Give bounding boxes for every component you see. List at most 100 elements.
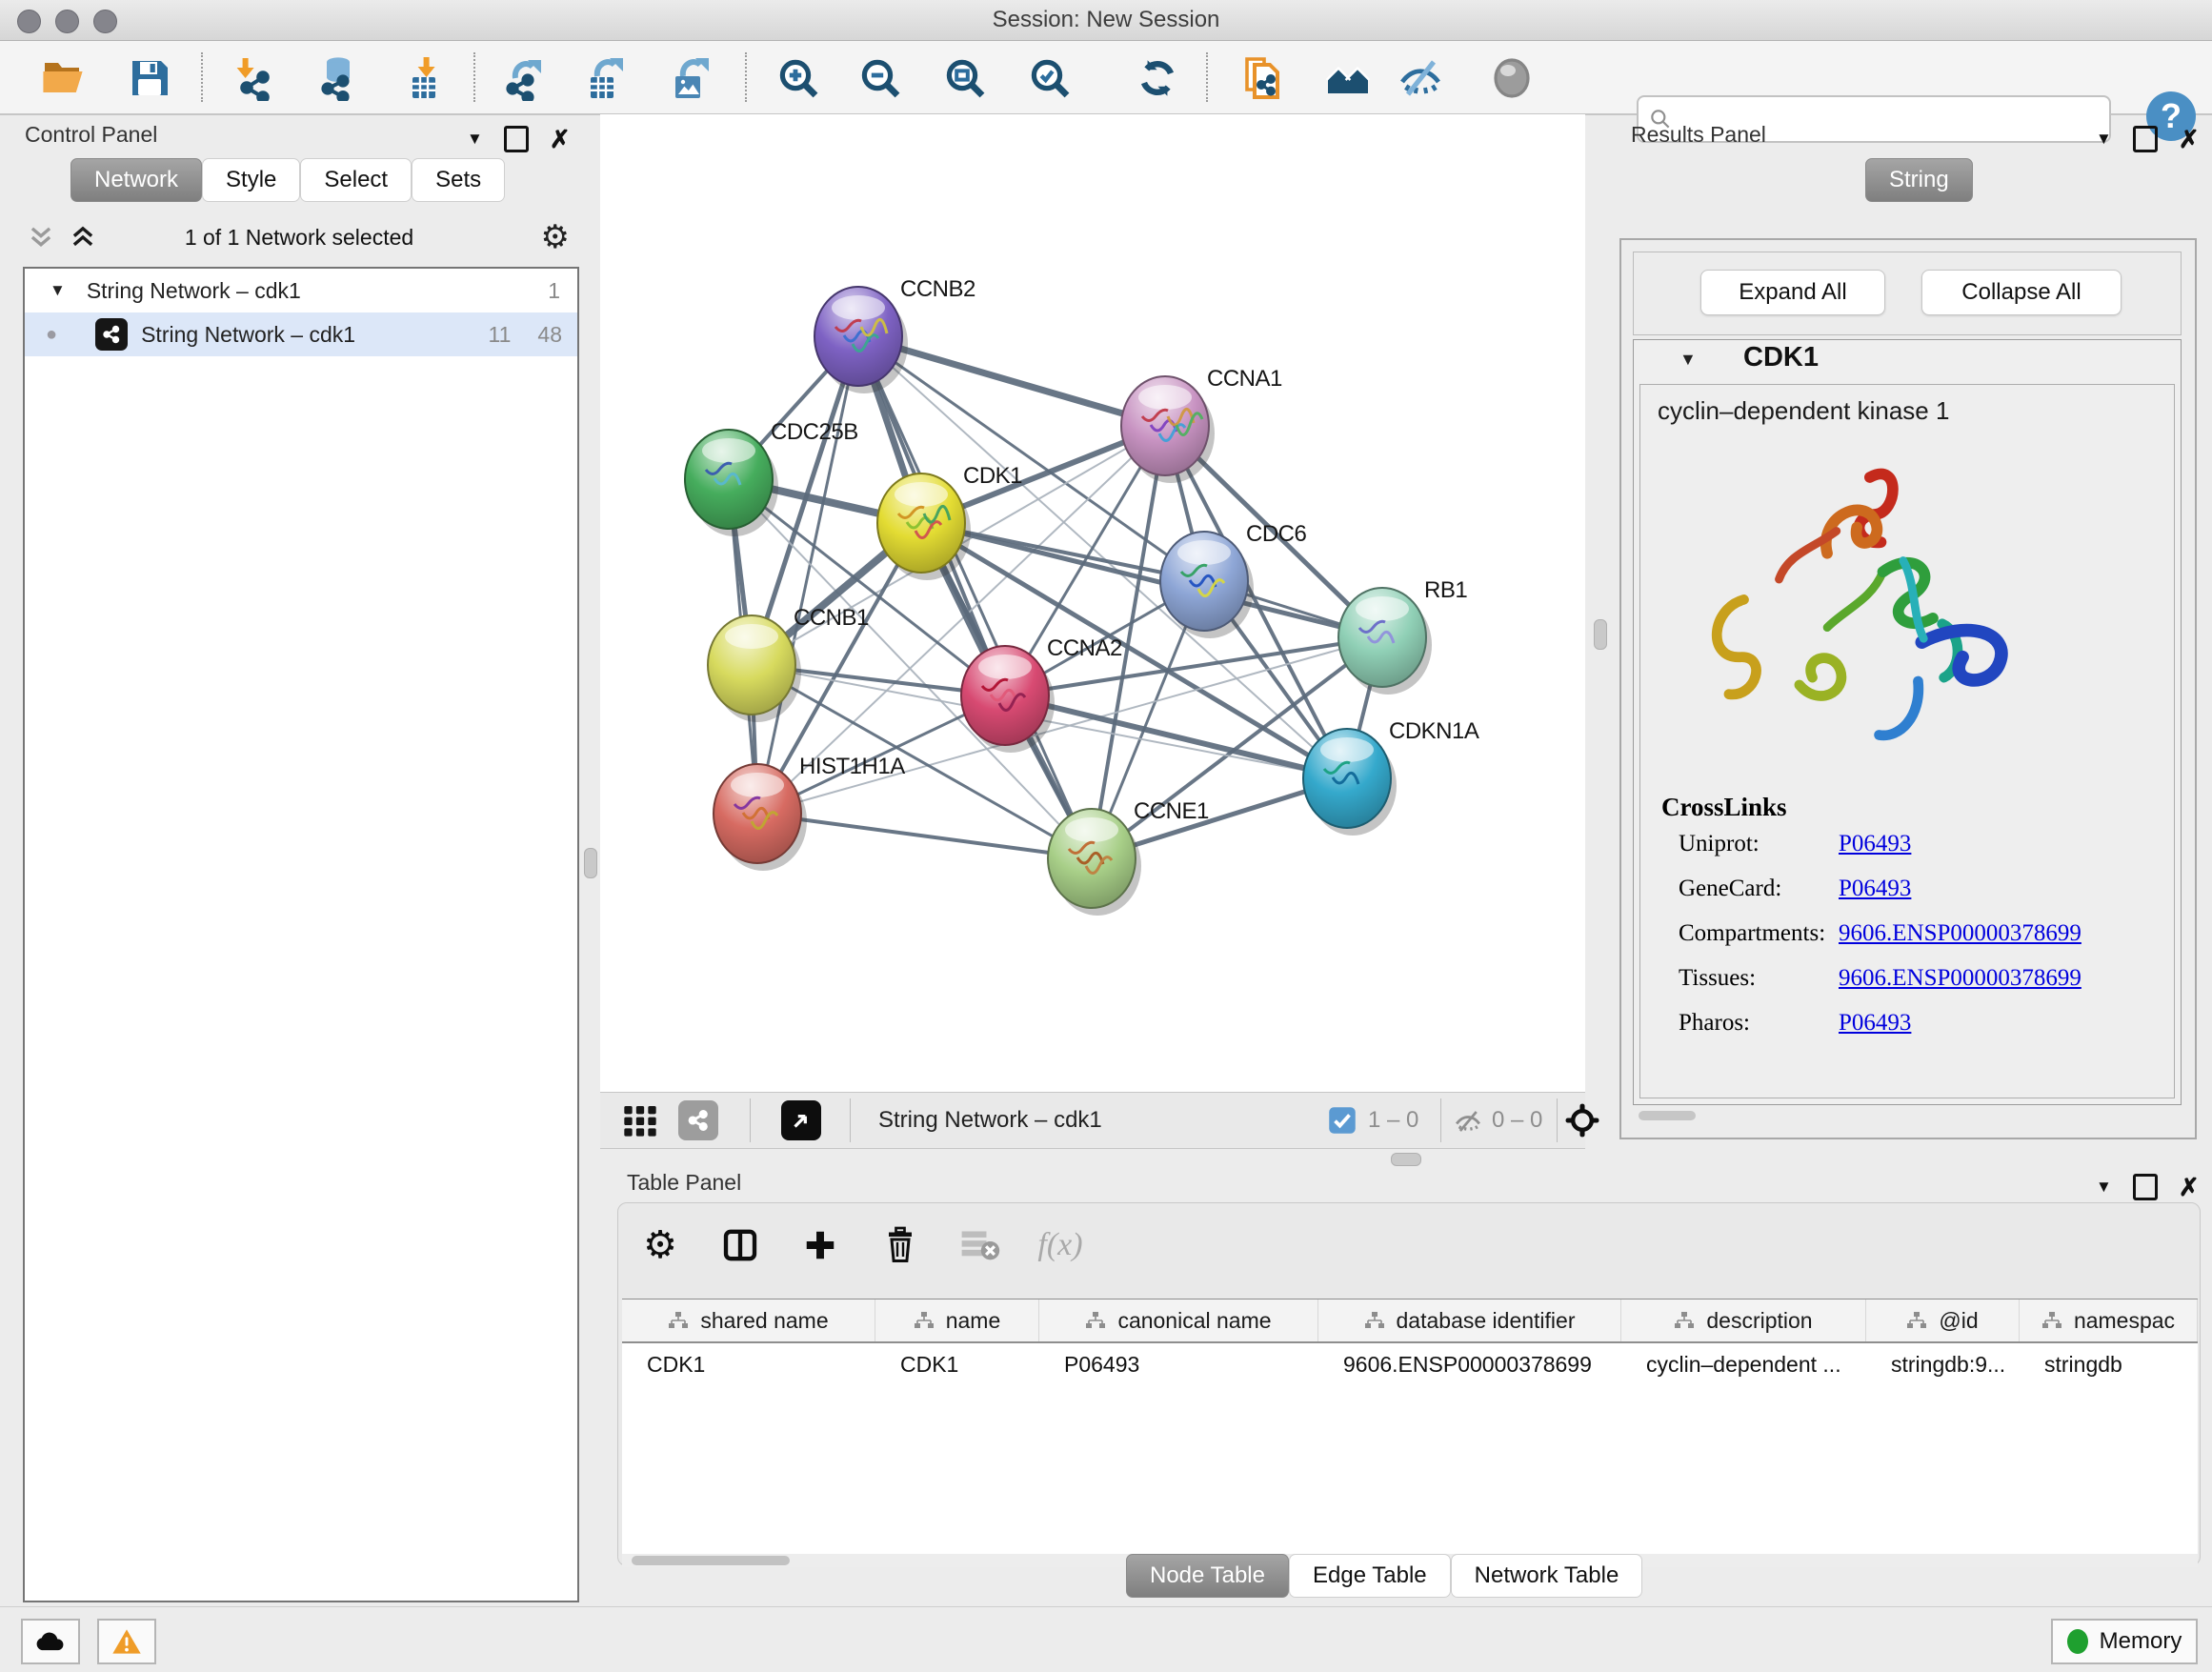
delete-column-button[interactable]	[877, 1222, 923, 1268]
table-options-gear-icon[interactable]: ⚙	[637, 1222, 683, 1268]
warnings-button[interactable]	[97, 1619, 156, 1664]
zoom-fit-button[interactable]	[941, 54, 989, 102]
edge-CCNB2-HIST1H1A[interactable]	[757, 336, 858, 814]
tree-expand-triangle-icon[interactable]: ▼	[50, 281, 66, 300]
delete-table-button[interactable]	[957, 1222, 1003, 1268]
export-image-button[interactable]	[667, 54, 714, 102]
panel-float-icon[interactable]	[2133, 126, 2158, 152]
network-node-HIST1H1A[interactable]: HIST1H1A	[714, 754, 905, 871]
home-layout-button[interactable]	[1324, 54, 1372, 102]
copy-network-button[interactable]	[1238, 54, 1286, 102]
tab-select[interactable]: Select	[300, 158, 412, 202]
table-cell[interactable]: cyclin–dependent ...	[1621, 1343, 1866, 1385]
crosslink-link[interactable]: P06493	[1839, 1010, 1911, 1055]
open-session-button[interactable]	[40, 54, 88, 102]
column-header-canonical-name[interactable]: canonical name	[1039, 1299, 1318, 1341]
network-node-CCNB2[interactable]: CCNB2	[814, 276, 975, 393]
table-hscrollbar-thumb[interactable]	[632, 1556, 790, 1565]
panel-menu-triangle-icon[interactable]: ▼	[467, 130, 483, 149]
tab-node-table[interactable]: Node Table	[1126, 1554, 1289, 1598]
panel-close-icon[interactable]: ✗	[2179, 1177, 2200, 1198]
birdseye-grid-icon[interactable]	[621, 1101, 659, 1144]
expand-all-button[interactable]: Expand All	[1700, 270, 1885, 315]
network-node-CCNE1[interactable]: CCNE1	[1048, 798, 1209, 916]
collapse-all-button[interactable]: Collapse All	[1921, 270, 2122, 315]
import-network-database-button[interactable]	[311, 54, 358, 102]
column-header--id[interactable]: @id	[1866, 1299, 2020, 1341]
column-header-shared-name[interactable]: shared name	[622, 1299, 875, 1341]
panel-close-icon[interactable]: ✗	[2179, 129, 2200, 150]
results-hscrollbar-thumb[interactable]	[1639, 1111, 1696, 1120]
table-cell[interactable]: 9606.ENSP00000378699	[1318, 1343, 1621, 1385]
table-cell[interactable]: P06493	[1039, 1343, 1318, 1385]
zoom-selected-button[interactable]	[1026, 54, 1074, 102]
selected-checkbox-icon[interactable]	[1328, 1106, 1357, 1139]
protein-section-header[interactable]: ▼ CDK1	[1634, 340, 2181, 384]
column-header-namespac[interactable]: namespac	[2020, 1299, 2198, 1341]
open-folder-icon	[41, 55, 87, 101]
table-cell[interactable]: CDK1	[622, 1343, 875, 1385]
panel-close-icon[interactable]: ✗	[550, 129, 571, 150]
network-row[interactable]: ● String Network – cdk1 11 48	[25, 312, 577, 356]
show-all-button[interactable]	[1488, 54, 1536, 102]
network-node-CDC6[interactable]: CDC6	[1160, 521, 1306, 638]
create-column-button[interactable]	[797, 1222, 843, 1268]
import-network-file-button[interactable]	[229, 54, 276, 102]
panel-float-icon[interactable]	[2133, 1174, 2158, 1200]
save-session-button[interactable]	[126, 54, 173, 102]
crosslink-link[interactable]: 9606.ENSP00000378699	[1839, 965, 2081, 1010]
panel-menu-triangle-icon[interactable]: ▼	[2096, 130, 2112, 149]
crosslink-link[interactable]: 9606.ENSP00000378699	[1839, 920, 2081, 965]
pan-crosshair-icon[interactable]	[1564, 1102, 1600, 1143]
network-node-CCNA1[interactable]: CCNA1	[1121, 366, 1282, 483]
tab-string[interactable]: String	[1865, 158, 1973, 202]
hidden-eye-slash-icon[interactable]	[1454, 1107, 1482, 1140]
show-columns-button[interactable]	[717, 1222, 763, 1268]
network-node-CDKN1A[interactable]: CDKN1A	[1303, 718, 1479, 836]
network-node-RB1[interactable]: RB1	[1338, 577, 1467, 695]
crosslinks-heading: CrossLinks	[1661, 793, 1787, 822]
column-header-database-identifier[interactable]: database identifier	[1318, 1299, 1621, 1341]
crosslink-link[interactable]: P06493	[1839, 876, 1911, 920]
network-node-CCNB1[interactable]: CCNB1	[708, 605, 869, 722]
control-panel-splitter-handle[interactable]	[584, 848, 597, 878]
zoom-out-button[interactable]	[856, 54, 904, 102]
edge-CDK1-RB1[interactable]	[921, 523, 1382, 637]
edge-CCNB2-CCNE1[interactable]	[858, 336, 1092, 858]
section-collapse-triangle-icon[interactable]: ▼	[1679, 350, 1697, 370]
network-collection-row[interactable]: ▼ String Network – cdk1 1	[25, 269, 577, 312]
network-options-gear-icon[interactable]: ⚙	[541, 215, 570, 259]
hide-selected-button[interactable]	[1397, 54, 1444, 102]
network-view[interactable]: CCNB2CCNA1CDC25BCDK1CDC6RB1CCNB1CCNA2CDK…	[600, 114, 1585, 1092]
tab-network-table[interactable]: Network Table	[1451, 1554, 1643, 1598]
zoom-in-button[interactable]	[774, 54, 822, 102]
import-table-file-button[interactable]	[400, 54, 448, 102]
function-builder-button[interactable]: f(x)	[1037, 1222, 1083, 1268]
edge-HIST1H1A-CCNE1[interactable]	[757, 814, 1092, 858]
column-header-description[interactable]: description	[1621, 1299, 1866, 1341]
expand-collapse-box: Expand All Collapse All	[1633, 252, 2182, 335]
crosslink-link[interactable]: P06493	[1839, 831, 1911, 876]
tab-edge-table[interactable]: Edge Table	[1289, 1554, 1451, 1598]
tab-network[interactable]: Network	[70, 158, 202, 202]
panel-menu-triangle-icon[interactable]: ▼	[2096, 1178, 2112, 1197]
table-cell[interactable]: stringdb	[2020, 1343, 2198, 1385]
tab-style[interactable]: Style	[202, 158, 300, 202]
open-in-new-window-button[interactable]	[781, 1100, 821, 1140]
memory-button[interactable]: Memory	[2051, 1619, 2198, 1664]
results-splitter-handle[interactable]	[1594, 619, 1607, 650]
cloud-status-button[interactable]	[21, 1619, 80, 1664]
network-svg[interactable]: CCNB2CCNA1CDC25BCDK1CDC6RB1CCNB1CCNA2CDK…	[600, 114, 1585, 1092]
export-network-button[interactable]	[499, 54, 547, 102]
network-node-CDC25B[interactable]: CDC25B	[685, 419, 858, 536]
table-row[interactable]: CDK1CDK1P064939606.ENSP00000378699cyclin…	[622, 1343, 2198, 1385]
panel-float-icon[interactable]	[504, 126, 529, 152]
export-table-button[interactable]	[581, 54, 629, 102]
refresh-view-button[interactable]	[1134, 54, 1181, 102]
table-cell[interactable]: CDK1	[875, 1343, 1039, 1385]
column-header-name[interactable]: name	[875, 1299, 1039, 1341]
tab-sets[interactable]: Sets	[412, 158, 505, 202]
string-share-button[interactable]	[678, 1100, 718, 1140]
network-node-CCNA2[interactable]: CCNA2	[961, 635, 1122, 753]
table-cell[interactable]: stringdb:9...	[1866, 1343, 2020, 1385]
